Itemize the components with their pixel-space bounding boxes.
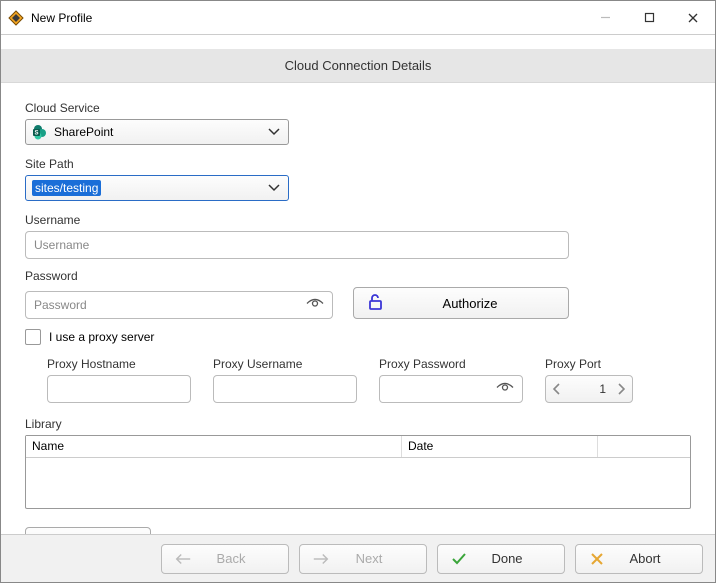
back-label: Back [202, 551, 288, 566]
eye-icon[interactable] [496, 382, 514, 397]
username-input[interactable]: Username [25, 231, 569, 259]
authorize-label: Authorize [412, 296, 568, 311]
proxy-port-value: 1 [568, 382, 610, 396]
proxy-password-input[interactable] [379, 375, 523, 403]
authorize-button[interactable]: Authorize [353, 287, 569, 319]
password-input[interactable]: Password [25, 291, 333, 319]
minimize-button[interactable] [583, 3, 627, 33]
next-button[interactable]: Next [299, 544, 427, 574]
section-header: Cloud Connection Details [1, 49, 715, 83]
proxy-username-input[interactable] [213, 375, 357, 403]
abort-button[interactable]: Abort [575, 544, 703, 574]
cloud-service-dropdown[interactable]: S SharePoint [25, 119, 289, 145]
chevron-left-icon[interactable] [546, 376, 568, 402]
svg-text:S: S [34, 131, 38, 137]
proxy-username-label: Proxy Username [213, 357, 357, 371]
proxy-port-stepper[interactable]: 1 [545, 375, 633, 403]
x-icon [588, 552, 606, 566]
chevron-down-icon [268, 181, 280, 195]
library-col-date[interactable]: Date [402, 436, 598, 457]
library-header: Name Date [26, 436, 690, 458]
wizard-bar: Back Next Done Abort [1, 534, 715, 582]
library-col-extra [598, 436, 690, 457]
username-placeholder: Username [34, 238, 89, 252]
password-label: Password [25, 269, 691, 283]
done-button[interactable]: Done [437, 544, 565, 574]
proxy-checkbox[interactable] [25, 329, 41, 345]
abort-label: Abort [616, 551, 702, 566]
maximize-button[interactable] [627, 3, 671, 33]
proxy-password-label: Proxy Password [379, 357, 523, 371]
proxy-hostname-label: Proxy Hostname [47, 357, 191, 371]
done-label: Done [478, 551, 564, 566]
app-icon [7, 9, 25, 27]
cloud-service-value: SharePoint [54, 125, 113, 139]
library-col-name[interactable]: Name [26, 436, 402, 457]
close-button[interactable] [671, 3, 715, 33]
window-title: New Profile [31, 11, 92, 25]
proxy-checkbox-label: I use a proxy server [49, 330, 154, 344]
chevron-right-icon[interactable] [610, 376, 632, 402]
unlock-icon [366, 293, 384, 314]
section-title: Cloud Connection Details [285, 58, 432, 73]
chevron-down-icon [268, 125, 280, 139]
site-path-value: sites/testing [32, 180, 101, 196]
arrow-right-icon [312, 553, 330, 565]
password-placeholder: Password [34, 298, 87, 312]
title-bar: New Profile [1, 1, 715, 35]
next-label: Next [340, 551, 426, 566]
cloud-service-label: Cloud Service [25, 101, 691, 115]
eye-icon[interactable] [306, 298, 324, 313]
site-path-dropdown[interactable]: sites/testing [25, 175, 289, 201]
library-label: Library [25, 417, 691, 431]
username-label: Username [25, 213, 691, 227]
site-path-label: Site Path [25, 157, 691, 171]
proxy-port-label: Proxy Port [545, 357, 633, 371]
back-button[interactable]: Back [161, 544, 289, 574]
proxy-hostname-input[interactable] [47, 375, 191, 403]
arrow-left-icon [174, 553, 192, 565]
check-icon [450, 552, 468, 566]
library-table[interactable]: Name Date [25, 435, 691, 509]
sharepoint-icon: S [32, 124, 48, 140]
